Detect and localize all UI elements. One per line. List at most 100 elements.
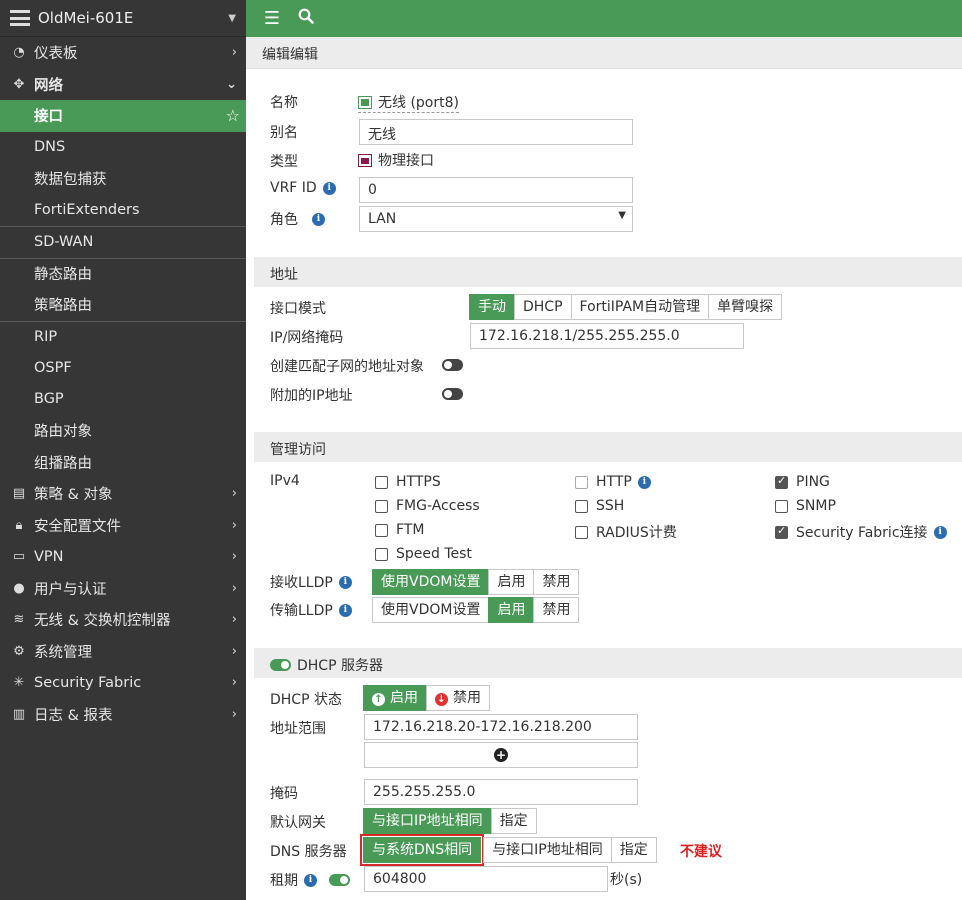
sidebar-item-static-routes[interactable]: 静态路由 bbox=[0, 257, 246, 290]
lease-time-input[interactable]: 604800 bbox=[364, 866, 608, 892]
dhcp-server-toggle[interactable] bbox=[270, 659, 291, 671]
dhcp-status-toggle: ↑ 启用 ↓ 禁用 bbox=[363, 685, 490, 711]
role-label: 角色 bbox=[270, 212, 298, 228]
star-icon[interactable]: ☆ bbox=[226, 106, 240, 125]
interface-name: 无线 (port8) bbox=[358, 92, 459, 113]
sidebar-item-interfaces[interactable]: 接口 ☆ bbox=[0, 100, 246, 132]
default-gateway-toggle: 与接口IP地址相同 指定 bbox=[363, 808, 537, 834]
chevron-right-icon: › bbox=[231, 706, 237, 722]
physical-port-icon bbox=[358, 153, 372, 167]
info-icon[interactable]: i bbox=[312, 212, 325, 226]
sidebar-item-users[interactable]: ● 用户与认证 › bbox=[0, 573, 246, 605]
sidebar-item-network[interactable]: ✥ 网络 ⌄ bbox=[0, 69, 246, 101]
dhcp-disable-button[interactable]: ↓ 禁用 bbox=[426, 685, 490, 711]
info-icon[interactable]: i bbox=[338, 575, 352, 589]
role-select[interactable]: LAN ▼ bbox=[359, 206, 633, 232]
alias-label: 别名 bbox=[270, 125, 298, 141]
mask-label: 掩码 bbox=[270, 786, 298, 802]
info-icon[interactable]: i bbox=[933, 525, 947, 539]
checkbox-radius-accounting[interactable]: RADIUS计费 bbox=[575, 522, 677, 542]
dns-server-toggle: 与系统DNS相同 与接口IP地址相同 指定 bbox=[359, 834, 657, 866]
sidebar-item-rip[interactable]: RIP bbox=[0, 320, 246, 353]
lldp-transmit-toggle: 使用VDOM设置 启用 禁用 bbox=[372, 597, 580, 623]
sidebar-item-log-report[interactable]: ▥ 日志 & 报表 › bbox=[0, 699, 246, 731]
sidebar-item-policy-objects[interactable]: ▤ 策略 & 对象 › bbox=[0, 478, 246, 510]
lease-time-toggle[interactable] bbox=[329, 874, 350, 886]
mode-dhcp-button[interactable]: DHCP bbox=[514, 294, 572, 320]
sidebar-item-ospf[interactable]: OSPF bbox=[0, 352, 246, 384]
chart-icon: ▥ bbox=[12, 706, 26, 722]
not-recommended-annotation: 不建议 bbox=[680, 844, 722, 860]
laptop-icon: ▭ bbox=[12, 549, 26, 565]
lldp-transmit-label: 传输LLDP bbox=[270, 603, 333, 619]
default-gateway-label: 默认网关 bbox=[270, 815, 326, 831]
mode-fortiipam-button[interactable]: FortiIPAM自动管理 bbox=[570, 294, 710, 320]
sidebar-item-wifi-switch[interactable]: ≋ 无线 & 交换机控制器 › bbox=[0, 604, 246, 636]
mask-input[interactable]: 255.255.255.0 bbox=[364, 779, 638, 805]
sidebar-item-bgp[interactable]: BGP bbox=[0, 384, 246, 416]
dns-same-as-interface-button[interactable]: 与接口IP地址相同 bbox=[483, 837, 612, 863]
checkbox-snmp[interactable]: SNMP bbox=[775, 498, 836, 514]
checkbox-security-fabric[interactable]: Security Fabric连接i bbox=[775, 522, 947, 542]
search-icon[interactable] bbox=[293, 8, 319, 29]
info-icon[interactable]: i bbox=[637, 475, 651, 489]
sidebar-item-dns[interactable]: DNS bbox=[0, 132, 246, 164]
dns-server-label: DNS 服务器 bbox=[270, 844, 347, 860]
checkbox-ssh[interactable]: SSH bbox=[575, 498, 624, 514]
wifi-icon: ≋ bbox=[13, 612, 25, 628]
lldp-tx-vdom-button[interactable]: 使用VDOM设置 bbox=[372, 597, 490, 623]
address-range-label: 地址范围 bbox=[270, 721, 326, 737]
dns-specify-button[interactable]: 指定 bbox=[610, 837, 657, 863]
mode-one-arm-sniffer-button[interactable]: 单臂嗅探 bbox=[708, 294, 783, 320]
sidebar-item-multicast[interactable]: 组播路由 bbox=[0, 447, 246, 479]
sidebar-item-sdwan[interactable]: SD-WAN bbox=[0, 226, 246, 258]
checkbox-speed-test[interactable]: Speed Test bbox=[375, 546, 472, 562]
sidebar-item-security-fabric[interactable]: ✳ Security Fabric › bbox=[0, 667, 246, 699]
checkbox-http[interactable]: HTTP i bbox=[575, 474, 651, 490]
sidebar-item-routing-objects[interactable]: 路由对象 bbox=[0, 415, 246, 447]
menu-icon[interactable]: ☰ bbox=[259, 8, 285, 29]
vrf-label: VRF ID bbox=[270, 180, 317, 196]
chevron-right-icon: › bbox=[231, 486, 237, 502]
sidebar-item-dashboard[interactable]: ◔ 仪表板 › bbox=[0, 37, 246, 69]
dhcp-enable-button[interactable]: ↑ 启用 bbox=[363, 685, 427, 711]
checkbox-fmg-access[interactable]: FMG-Access bbox=[375, 498, 480, 514]
info-icon[interactable]: i bbox=[304, 873, 317, 887]
gateway-specify-button[interactable]: 指定 bbox=[490, 808, 537, 834]
sidebar-item-fortiextenders[interactable]: FortiExtenders bbox=[0, 195, 246, 227]
checkbox-ping[interactable]: PING bbox=[775, 474, 830, 490]
lease-time-label: 租期 bbox=[270, 873, 298, 889]
subnet-object-toggle[interactable] bbox=[442, 359, 463, 371]
sidebar-item-security-profiles[interactable]: 🔒︎ 安全配置文件 › bbox=[0, 510, 246, 542]
sidebar-item-packet-capture[interactable]: 数据包捕获 bbox=[0, 163, 246, 195]
chevron-down-icon: ▼ bbox=[228, 12, 236, 24]
info-icon[interactable]: i bbox=[338, 603, 352, 617]
alias-input[interactable]: 无线 bbox=[359, 119, 633, 145]
lldp-rx-vdom-button[interactable]: 使用VDOM设置 bbox=[372, 569, 490, 595]
device-selector[interactable]: OldMei-601E ▼ bbox=[0, 0, 246, 37]
dns-same-as-system-button[interactable]: 与系统DNS相同 bbox=[359, 834, 485, 866]
lldp-rx-enable-button[interactable]: 启用 bbox=[488, 569, 535, 595]
ipv4-label: IPv4 bbox=[270, 473, 300, 489]
lldp-tx-disable-button[interactable]: 禁用 bbox=[533, 597, 580, 623]
sidebar-item-policy-routes[interactable]: 策略路由 bbox=[0, 289, 246, 321]
sidebar-item-system[interactable]: ⚙ 系统管理 › bbox=[0, 636, 246, 668]
fortigate-logo-icon bbox=[10, 10, 30, 26]
type-value: 物理接口 bbox=[358, 150, 434, 170]
secondary-ip-label: 附加的IP地址 bbox=[270, 388, 353, 404]
address-range-input[interactable]: 172.16.218.20-172.16.218.200 bbox=[364, 714, 638, 740]
vrf-input[interactable]: 0 bbox=[359, 177, 633, 203]
fabric-icon: ✳ bbox=[13, 675, 25, 691]
info-icon[interactable]: i bbox=[322, 181, 336, 195]
add-range-button[interactable]: + bbox=[364, 742, 638, 768]
sidebar-item-vpn[interactable]: ▭ VPN › bbox=[0, 541, 246, 573]
checkbox-ftm[interactable]: FTM bbox=[375, 522, 424, 538]
gateway-same-as-interface-button[interactable]: 与接口IP地址相同 bbox=[363, 808, 492, 834]
ip-mask-input[interactable]: 172.16.218.1/255.255.255.0 bbox=[470, 323, 744, 349]
type-label: 类型 bbox=[270, 154, 298, 170]
checkbox-https[interactable]: HTTPS bbox=[375, 474, 441, 490]
lldp-rx-disable-button[interactable]: 禁用 bbox=[533, 569, 580, 595]
secondary-ip-toggle[interactable] bbox=[442, 388, 463, 400]
mode-manual-button[interactable]: 手动 bbox=[469, 294, 515, 320]
lldp-tx-enable-button[interactable]: 启用 bbox=[488, 597, 535, 623]
